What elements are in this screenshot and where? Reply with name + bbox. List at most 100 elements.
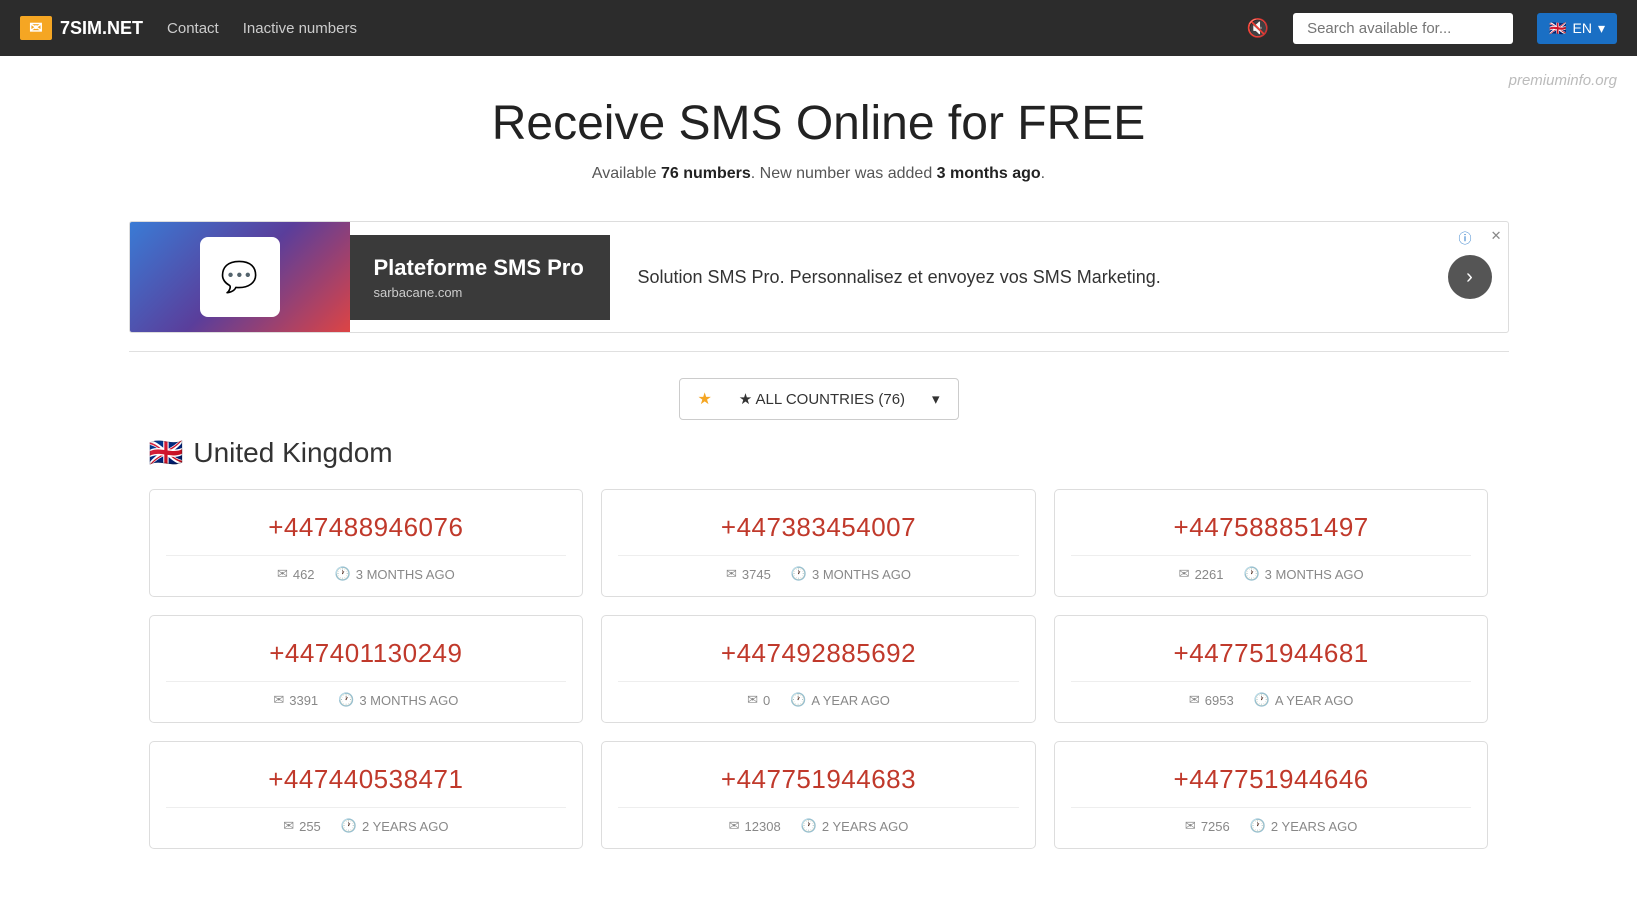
- phone-meta: ✉ 462 🕐 3 MONTHS AGO: [166, 555, 567, 582]
- chevron-down-icon: ▾: [932, 390, 940, 408]
- time-ago-value: 2 YEARS AGO: [822, 819, 908, 834]
- phone-card[interactable]: +447492885692 ✉ 0 🕐 A YEAR AGO: [601, 615, 1036, 723]
- ad-close-button[interactable]: ✕: [1491, 228, 1502, 244]
- phone-meta: ✉ 255 🕐 2 YEARS AGO: [166, 807, 567, 834]
- phone-number: +447492885692: [618, 638, 1019, 669]
- phone-number: +447751944683: [618, 764, 1019, 795]
- brand-icon: ✉: [20, 16, 52, 40]
- message-count: ✉ 462: [277, 566, 315, 582]
- phone-number: +447588851497: [1071, 512, 1472, 543]
- country-title: 🇬🇧 United Kingdom: [149, 436, 1489, 469]
- ad-info-icon[interactable]: ⓘ: [1458, 228, 1471, 247]
- message-count: ✉ 7256: [1185, 818, 1230, 834]
- contact-link[interactable]: Contact: [167, 20, 219, 37]
- time-ago: 🕐 2 YEARS AGO: [1250, 818, 1358, 834]
- message-count: ✉ 3745: [726, 566, 771, 582]
- message-count: ✉ 2261: [1179, 566, 1224, 582]
- main-content: 🇬🇧 United Kingdom +447488946076 ✉ 462 🕐 …: [129, 436, 1509, 889]
- time-ago: 🕐 2 YEARS AGO: [341, 818, 449, 834]
- time-ago: 🕐 A YEAR AGO: [790, 692, 890, 708]
- phone-card[interactable]: +447440538471 ✉ 255 🕐 2 YEARS AGO: [149, 741, 584, 849]
- message-count-value: 2261: [1195, 567, 1224, 582]
- phone-card[interactable]: +447588851497 ✉ 2261 🕐 3 MONTHS AGO: [1054, 489, 1489, 597]
- hero-title: Receive SMS Online for FREE: [20, 96, 1617, 151]
- speaker-icon: 🔇: [1247, 18, 1269, 39]
- chevron-down-icon: ▾: [1598, 20, 1605, 37]
- brand-link[interactable]: ✉ 7SIM.NET: [20, 16, 143, 40]
- phone-meta: ✉ 6953 🕐 A YEAR AGO: [1071, 681, 1472, 708]
- envelope-icon: ✉: [1185, 818, 1196, 834]
- subtitle-count: 76 numbers: [661, 165, 751, 182]
- time-ago-value: 3 MONTHS AGO: [1265, 567, 1364, 582]
- message-count-value: 6953: [1205, 693, 1234, 708]
- inactive-link[interactable]: Inactive numbers: [243, 20, 357, 37]
- phone-card[interactable]: +447751944683 ✉ 12308 🕐 2 YEARS AGO: [601, 741, 1036, 849]
- phone-number: +447751944681: [1071, 638, 1472, 669]
- phone-number: +447401130249: [166, 638, 567, 669]
- time-ago-value: 3 MONTHS AGO: [359, 693, 458, 708]
- time-ago-value: 3 MONTHS AGO: [812, 567, 911, 582]
- phone-meta: ✉ 2261 🕐 3 MONTHS AGO: [1071, 555, 1472, 582]
- ad-image: 💬: [130, 222, 350, 332]
- clock-icon: 🕐: [791, 566, 807, 582]
- phone-card[interactable]: +447751944681 ✉ 6953 🕐 A YEAR AGO: [1054, 615, 1489, 723]
- clock-icon: 🕐: [1243, 566, 1259, 582]
- filter-row: ★ ★ ALL COUNTRIES (76) ▾: [0, 362, 1637, 436]
- phone-grid: +447488946076 ✉ 462 🕐 3 MONTHS AGO +4473…: [149, 489, 1489, 849]
- message-count: ✉ 6953: [1189, 692, 1234, 708]
- hero-subtitle: Available 76 numbers. New number was add…: [20, 165, 1617, 183]
- ad-site: sarbacane.com: [374, 285, 586, 300]
- time-ago: 🕐 3 MONTHS AGO: [1243, 566, 1363, 582]
- subtitle-middle: . New number was added: [751, 165, 937, 182]
- ad-banner: 💬 Plateforme SMS Pro sarbacane.com Solut…: [129, 221, 1509, 333]
- message-count: ✉ 12308: [729, 818, 781, 834]
- phone-meta: ✉ 12308 🕐 2 YEARS AGO: [618, 807, 1019, 834]
- message-count-value: 3745: [742, 567, 771, 582]
- time-ago-value: 3 MONTHS AGO: [356, 567, 455, 582]
- message-count-value: 462: [293, 567, 315, 582]
- clock-icon: 🕐: [341, 818, 357, 834]
- brand-name: 7SIM.NET: [60, 18, 143, 39]
- time-ago-value: 2 YEARS AGO: [362, 819, 448, 834]
- envelope-icon: ✉: [729, 818, 740, 834]
- flag-icon: 🇬🇧: [1549, 20, 1566, 37]
- time-ago: 🕐 3 MONTHS AGO: [338, 692, 458, 708]
- message-count-value: 12308: [745, 819, 781, 834]
- lang-label: EN: [1573, 20, 1592, 36]
- ad-next-button[interactable]: ›: [1448, 255, 1492, 299]
- language-button[interactable]: 🇬🇧 EN ▾: [1537, 13, 1617, 44]
- message-count-value: 0: [763, 693, 770, 708]
- mute-button[interactable]: 🔇: [1247, 18, 1269, 39]
- time-ago: 🕐 2 YEARS AGO: [801, 818, 909, 834]
- subtitle-suffix: .: [1041, 165, 1045, 182]
- envelope-icon: ✉: [277, 566, 288, 582]
- phone-card[interactable]: +447401130249 ✉ 3391 🕐 3 MONTHS AGO: [149, 615, 584, 723]
- country-select[interactable]: ★ ★ ALL COUNTRIES (76) ▾: [679, 378, 959, 420]
- time-ago: 🕐 3 MONTHS AGO: [791, 566, 911, 582]
- phone-card[interactable]: +447488946076 ✉ 462 🕐 3 MONTHS AGO: [149, 489, 584, 597]
- phone-meta: ✉ 3391 🕐 3 MONTHS AGO: [166, 681, 567, 708]
- phone-meta: ✉ 3745 🕐 3 MONTHS AGO: [618, 555, 1019, 582]
- phone-card[interactable]: +447751944646 ✉ 7256 🕐 2 YEARS AGO: [1054, 741, 1489, 849]
- phone-number: +447440538471: [166, 764, 567, 795]
- watermark: premiuminfo.org: [1509, 72, 1617, 89]
- navbar: ✉ 7SIM.NET Contact Inactive numbers 🔇 🇬🇧…: [0, 0, 1637, 56]
- ad-text-dark: Plateforme SMS Pro sarbacane.com: [350, 235, 610, 320]
- time-ago: 🕐 A YEAR AGO: [1254, 692, 1354, 708]
- clock-icon: 🕐: [1254, 692, 1270, 708]
- star-icon: ★: [698, 389, 712, 409]
- hero-section: Receive SMS Online for FREE Available 76…: [0, 56, 1637, 203]
- time-ago: 🕐 3 MONTHS AGO: [335, 566, 455, 582]
- search-input[interactable]: [1293, 13, 1513, 44]
- message-count: ✉ 255: [283, 818, 321, 834]
- country-select-label: ★ ALL COUNTRIES (76): [739, 390, 905, 408]
- clock-icon: 🕐: [1250, 818, 1266, 834]
- clock-icon: 🕐: [335, 566, 351, 582]
- clock-icon: 🕐: [338, 692, 354, 708]
- phone-number: +447488946076: [166, 512, 567, 543]
- envelope-icon: ✉: [747, 692, 758, 708]
- time-ago-value: A YEAR AGO: [811, 693, 890, 708]
- clock-icon: 🕐: [801, 818, 817, 834]
- phone-card[interactable]: +447383454007 ✉ 3745 🕐 3 MONTHS AGO: [601, 489, 1036, 597]
- subtitle-prefix: Available: [592, 165, 661, 182]
